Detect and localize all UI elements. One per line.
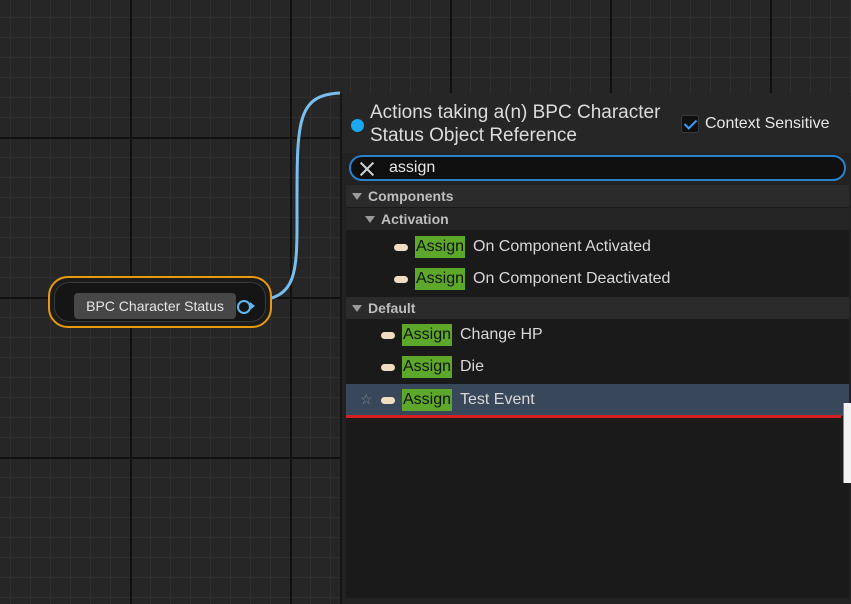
close-icon[interactable]	[359, 161, 375, 177]
match-highlight: Assign	[402, 389, 453, 411]
list-item[interactable]: Assign Die	[346, 351, 849, 383]
action-menu-popup: Actions taking a(n) BPC Character Status…	[340, 93, 851, 604]
context-sensitive-checkbox[interactable]	[681, 115, 699, 133]
context-sensitive-label[interactable]: Context Sensitive	[705, 114, 830, 134]
star-icon[interactable]: ☆	[360, 391, 373, 407]
list-item[interactable]: Assign On Component Deactivated	[346, 263, 849, 295]
item-label: Die	[460, 358, 485, 375]
popup-title: Actions taking a(n) BPC Character Status…	[370, 102, 661, 146]
event-pill-icon	[394, 276, 408, 283]
match-highlight: Assign	[415, 268, 466, 290]
event-pill-icon	[381, 397, 395, 404]
object-reference-icon	[351, 119, 364, 132]
node-title: BPC Character Status	[74, 293, 236, 319]
event-pill-icon	[394, 244, 408, 251]
category-label: Activation	[381, 211, 449, 227]
event-pill-icon	[381, 364, 395, 371]
popup-header: Actions taking a(n) BPC Character Status…	[342, 93, 851, 153]
selection-underline	[346, 415, 841, 418]
category-default[interactable]: Default	[346, 297, 849, 319]
search-field[interactable]	[349, 155, 846, 181]
node-body: BPC Character Status	[54, 282, 266, 322]
item-label: On Component Deactivated	[473, 270, 671, 287]
bpc-character-status-node[interactable]: BPC Character Status	[48, 276, 272, 328]
item-label: Test Event	[460, 391, 535, 408]
chevron-down-icon[interactable]	[365, 216, 375, 223]
chevron-down-icon[interactable]	[352, 305, 362, 312]
list-item[interactable]: Assign On Component Activated	[346, 231, 849, 263]
list-item[interactable]: Assign Change HP	[346, 319, 849, 351]
category-activation[interactable]: Activation	[346, 208, 849, 230]
list-item-selected[interactable]: ☆ Assign Test Event	[346, 384, 849, 418]
chevron-down-icon[interactable]	[352, 193, 362, 200]
tooltip-edge	[843, 403, 851, 483]
item-label: Change HP	[460, 326, 543, 343]
event-pill-icon	[381, 332, 395, 339]
search-input[interactable]	[389, 158, 829, 178]
match-highlight: Assign	[402, 356, 453, 378]
checkmark-icon	[683, 116, 698, 130]
match-highlight: Assign	[415, 236, 466, 258]
match-highlight: Assign	[402, 324, 453, 346]
category-components[interactable]: Components	[346, 185, 849, 207]
category-label: Components	[368, 188, 454, 204]
results-list[interactable]: Components Activation Assign On Componen…	[346, 185, 849, 598]
output-pin-icon[interactable]	[237, 300, 251, 314]
pin-arrow-icon	[250, 302, 255, 310]
item-label: On Component Activated	[473, 238, 651, 255]
category-label: Default	[368, 300, 416, 316]
